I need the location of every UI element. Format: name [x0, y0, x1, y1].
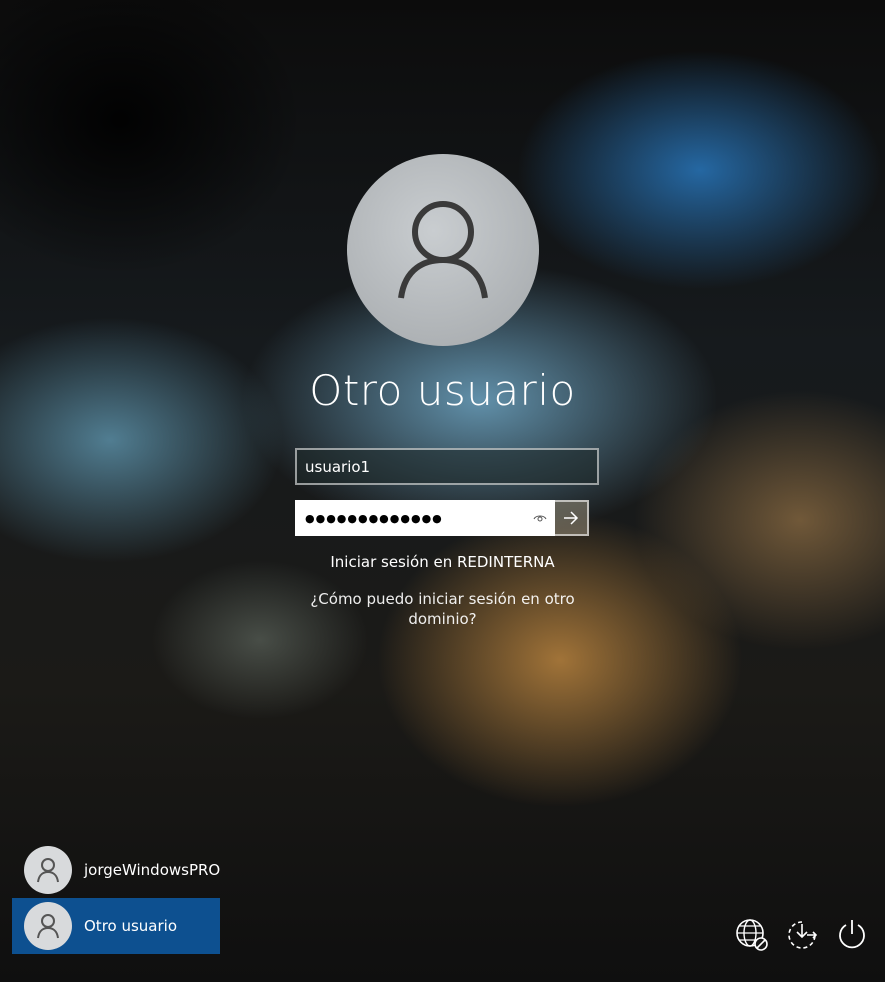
network-icon: [736, 919, 768, 951]
network-button[interactable]: [735, 917, 769, 953]
user-name: Otro usuario: [84, 917, 178, 935]
password-row: ●●●●●●●●●●●●●: [295, 500, 591, 536]
avatar: [24, 902, 72, 950]
user-avatar: [347, 154, 539, 346]
user-icon: [398, 201, 488, 299]
accessibility-button[interactable]: [785, 917, 819, 953]
user-item-otro-usuario[interactable]: Otro usuario: [12, 898, 220, 954]
accessibility-icon: [788, 921, 818, 949]
page-title: Otro usuario: [309, 366, 576, 415]
avatar: [24, 846, 72, 894]
power-icon: [839, 920, 865, 949]
user-list: jorgeWindowsPRO Otro usuario: [12, 842, 220, 954]
username-value: usuario1: [305, 457, 371, 476]
user-icon: [37, 858, 59, 883]
eye-icon[interactable]: [533, 513, 547, 523]
password-field[interactable]: ●●●●●●●●●●●●●: [295, 500, 555, 536]
other-domain-help-link[interactable]: ¿Cómo puedo iniciar sesión en otro domin…: [310, 589, 575, 629]
domain-label: Iniciar sesión en REDINTERNA: [330, 553, 555, 571]
username-field[interactable]: usuario1: [295, 448, 599, 485]
power-button[interactable]: [835, 917, 869, 953]
submit-button[interactable]: [555, 500, 589, 536]
arrow-right-icon: [564, 511, 579, 525]
password-mask: ●●●●●●●●●●●●●: [305, 511, 443, 525]
user-name: jorgeWindowsPRO: [84, 861, 221, 879]
user-item-jorgewindowspro[interactable]: jorgeWindowsPRO: [12, 842, 220, 898]
system-tray: [735, 917, 869, 953]
wallpaper-background: [0, 0, 885, 982]
user-icon: [37, 914, 59, 939]
